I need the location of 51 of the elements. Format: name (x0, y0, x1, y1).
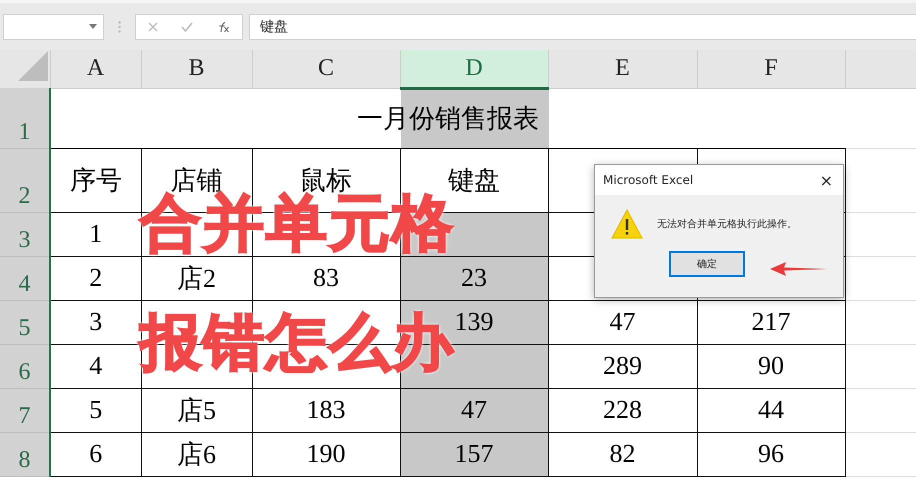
table-cell: 190 (306, 439, 346, 468)
table-cell: 47 (610, 307, 636, 336)
table-cell: 289 (603, 351, 642, 380)
row-header[interactable]: 1 (0, 88, 50, 148)
column-header[interactable]: B (141, 50, 252, 88)
row-header[interactable]: 5 (0, 300, 50, 344)
table-cell: 183 (306, 395, 346, 424)
table-cell: 店6 (177, 440, 216, 468)
column-title: 键盘 (448, 166, 500, 194)
table-cell: 4 (89, 351, 102, 380)
row-header[interactable]: 4 (0, 256, 50, 300)
table-cell: 217 (752, 307, 790, 336)
table-title: 一月份销售报表 (357, 104, 539, 133)
table-cell: 1 (89, 219, 102, 248)
table-cell: 157 (454, 439, 494, 468)
column-header[interactable]: E (548, 50, 697, 88)
table-cell: 23 (461, 263, 487, 292)
row-header[interactable]: 2 (0, 148, 50, 212)
row-header[interactable]: 8 (0, 432, 50, 476)
cancel-icon[interactable] (148, 22, 158, 32)
table-cell: 店2 (177, 264, 216, 292)
formula-bar[interactable]: 键盘 (249, 14, 916, 40)
row-header[interactable]: 3 (0, 212, 50, 256)
column-title: 序号 (70, 166, 122, 194)
dialog-title: Microsoft Excel (603, 173, 694, 187)
table-cell: 96 (758, 439, 784, 468)
table-cell: 44 (758, 395, 784, 424)
table-cell: 83 (313, 263, 339, 292)
warning-icon (611, 209, 643, 239)
dropdown-caret-icon[interactable] (89, 24, 97, 29)
table-cell: 82 (610, 439, 636, 468)
ok-button[interactable]: 确定 (669, 251, 745, 277)
enter-check-icon[interactable] (180, 22, 193, 32)
grip-icon (118, 20, 121, 32)
table-cell: 47 (461, 395, 487, 424)
column-header[interactable]: C (252, 50, 400, 88)
table-cell: 6 (89, 439, 102, 468)
table-cell: 5 (89, 395, 102, 424)
table-cell: 店5 (177, 396, 216, 424)
row-header[interactable]: 7 (0, 388, 50, 432)
dialog-message: 无法对合并单元格执行此操作。 (657, 218, 797, 231)
row-header[interactable]: 6 (0, 344, 50, 388)
table-cell: 228 (603, 395, 642, 424)
column-header[interactable]: F (697, 50, 845, 88)
table-cell: 90 (758, 351, 784, 380)
table-cell: 3 (89, 307, 102, 336)
column-header[interactable]: A (50, 50, 141, 88)
table-cell: 139 (454, 307, 494, 336)
close-button[interactable]: × (820, 170, 833, 190)
column-header[interactable]: D (400, 50, 548, 88)
table-cell: 2 (89, 263, 102, 292)
